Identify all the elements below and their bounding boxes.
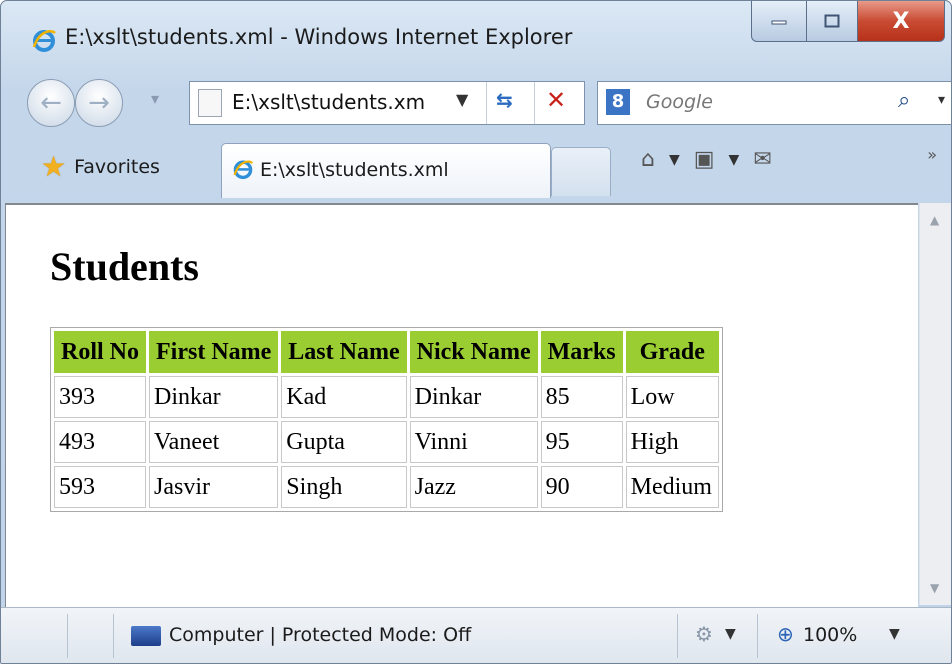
table-cell: Vaneet [149,421,279,463]
table-cell: High [625,421,719,463]
read-mail-icon[interactable]: ✉ [753,147,771,172]
zoom-dropdown-icon[interactable]: ▼ [889,626,900,642]
table-row: 393 Dinkar Kad Dinkar 85 Low [54,376,719,418]
browser-window: E:\xslt\students.xml - Windows Internet … [0,0,952,664]
minimize-icon [771,20,787,25]
protected-mode-icon[interactable]: ⚙ [695,622,713,646]
security-zone-status[interactable]: Computer | Protected Mode: Off [169,624,471,646]
back-arrow-icon: ← [40,88,62,118]
column-header: First Name [149,331,279,373]
window-title: E:\xslt\students.xml - Windows Internet … [65,25,573,49]
close-icon: X [892,8,910,34]
search-options-dropdown-icon[interactable]: ▾ [938,92,945,108]
table-cell: 393 [54,376,146,418]
tab-students-xml[interactable]: E:\xslt\students.xml [221,143,551,198]
forward-arrow-icon: → [88,88,110,118]
feeds-dropdown-icon[interactable]: ▼ [729,152,740,168]
minimize-button[interactable] [751,1,807,42]
table-row: 593 Jasvir Singh Jazz 90 Medium [54,466,719,508]
table-cell: Gupta [281,421,407,463]
maximize-icon [824,14,840,28]
tab-label: E:\xslt\students.xml [260,159,449,181]
scroll-up-icon[interactable]: ▲ [930,213,939,227]
zoom-icon[interactable]: ⊕ [777,622,794,646]
search-input[interactable]: Google [646,91,713,113]
status-divider [67,614,68,658]
recent-pages-dropdown[interactable]: ▾ [151,89,159,108]
table-cell: Dinkar [409,376,538,418]
table-cell: Medium [625,466,719,508]
students-table: Roll No First Name Last Name Nick Name M… [50,327,723,512]
home-dropdown-icon[interactable]: ▼ [669,152,680,168]
table-cell: Low [625,376,719,418]
zoom-level[interactable]: 100% [803,624,857,646]
new-tab-button[interactable] [551,147,611,196]
column-header: Last Name [281,331,407,373]
column-header: Marks [540,331,623,373]
status-divider [677,614,678,658]
address-bar[interactable]: E:\xslt\students.xm ▼ ⇆ ✕ [189,81,585,125]
table-header-row: Roll No First Name Last Name Nick Name M… [54,331,719,373]
table-cell: 85 [540,376,623,418]
close-button[interactable]: X [858,1,945,42]
back-button[interactable]: ← [27,79,75,127]
status-divider [757,614,758,658]
table-cell: Kad [281,376,407,418]
address-input[interactable]: E:\xslt\students.xm [232,90,425,114]
favorites-label: Favorites [74,156,160,178]
favorites-button[interactable]: ★ Favorites [41,153,160,181]
table-cell: Vinni [409,421,538,463]
column-header: Grade [625,331,719,373]
scroll-down-icon[interactable]: ▼ [930,581,939,595]
address-dropdown-icon[interactable]: ▼ [456,90,468,109]
computer-zone-icon [131,626,161,646]
column-header: Roll No [54,331,146,373]
table-cell: 90 [540,466,623,508]
ie-logo-icon [32,30,56,52]
chevron-down-icon[interactable]: ▼ [725,626,736,642]
table-row: 493 Vaneet Gupta Vinni 95 High [54,421,719,463]
address-separator [534,82,535,124]
vertical-scrollbar[interactable]: ▲ ▼ [919,203,951,605]
table-cell: 593 [54,466,146,508]
table-cell: Jazz [409,466,538,508]
table-cell: Jasvir [149,466,279,508]
chevron-right-icon[interactable]: » [927,145,937,164]
feeds-icon[interactable]: ▣ [694,147,715,172]
stop-icon[interactable]: ✕ [546,86,566,114]
caption-buttons: X [751,1,945,45]
table-cell: 95 [540,421,623,463]
status-divider [113,614,114,658]
page-document-icon [198,89,222,117]
forward-button[interactable]: → [75,79,123,127]
column-header: Nick Name [409,331,538,373]
search-engine-icon[interactable]: 8 [606,89,630,115]
favorites-star-icon: ★ [41,150,67,183]
favorites-command-bar: ★ Favorites E:\xslt\students.xml ⌂ ▼ ▣ ▼… [1,135,951,199]
refresh-icon[interactable]: ⇆ [496,88,513,112]
table-cell: 493 [54,421,146,463]
search-box[interactable]: 8 Google ⌕ ▾ [597,81,951,125]
page-content: Students Roll No First Name Last Name Ni… [5,203,918,607]
table-cell: Singh [281,466,407,508]
ie-logo-icon [233,160,254,180]
page-heading: Students [50,244,199,289]
search-icon[interactable]: ⌕ [898,88,910,113]
command-bar: ⌂ ▼ ▣ ▼ ✉ [641,147,772,172]
address-separator [486,82,487,124]
navigation-bar: ← → ▾ E:\xslt\students.xm ▼ ⇆ ✕ 8 Google… [1,73,951,133]
table-cell: Dinkar [149,376,279,418]
maximize-button[interactable] [807,1,858,42]
status-bar: Computer | Protected Mode: Off ⚙ ▼ ⊕ 100… [1,607,951,663]
title-bar[interactable]: E:\xslt\students.xml - Windows Internet … [1,1,951,71]
home-icon[interactable]: ⌂ [641,147,655,172]
